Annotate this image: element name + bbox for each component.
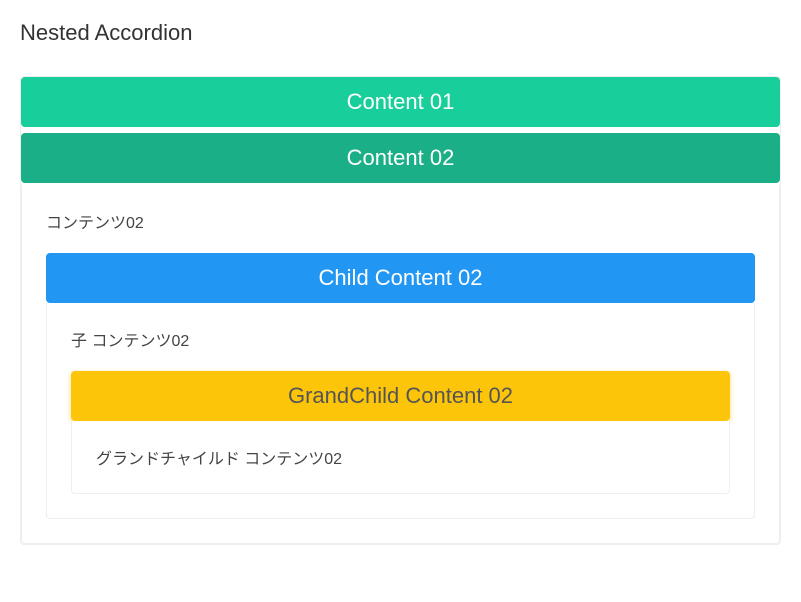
accordion-header-content-01[interactable]: Content 01 [21,77,780,127]
accordion-header-child-content-02[interactable]: Child Content 02 [46,253,755,303]
accordion-panel-child-02: 子 コンテンツ02 GrandChild Content 02 グランドチャイル… [46,303,755,519]
accordion-root: Content 01 Content 02 コンテンツ02 Child Cont… [20,76,781,545]
spacer [21,129,780,131]
page-title: Nested Accordion [20,20,781,46]
accordion-header-content-02[interactable]: Content 02 [21,133,780,183]
panel-text-level2: 子 コンテンツ02 [71,327,730,351]
panel-text-level1: コンテンツ02 [46,209,755,233]
panel-text-level3: グランドチャイルド コンテンツ02 [96,451,342,468]
accordion-panel-content-02: コンテンツ02 Child Content 02 子 コンテンツ02 Grand… [21,185,780,544]
accordion-panel-grandchild-02: グランドチャイルド コンテンツ02 [71,421,730,494]
accordion-header-grandchild-content-02[interactable]: GrandChild Content 02 [71,371,730,421]
